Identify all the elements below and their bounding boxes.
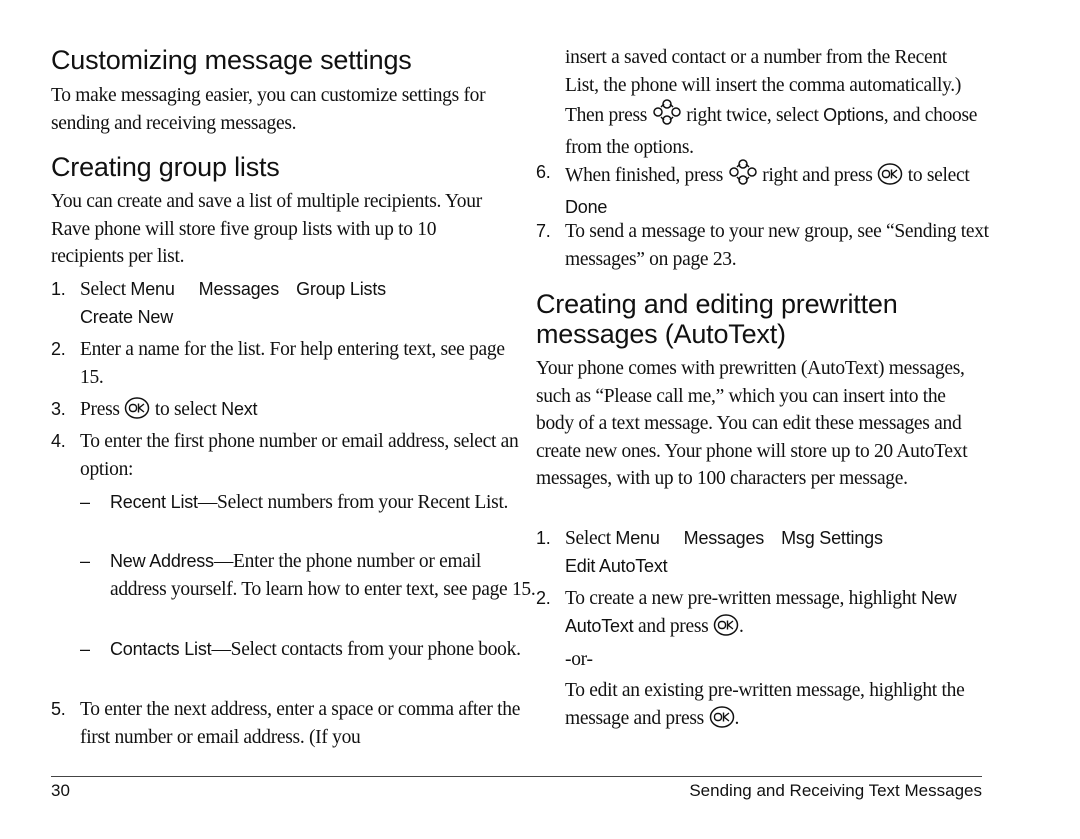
step-number: 3. bbox=[51, 399, 66, 419]
term-new-address: New Address bbox=[110, 551, 214, 571]
menu-path-group-lists: Group Lists bbox=[296, 279, 386, 299]
term-contacts-list: Contacts List bbox=[110, 639, 212, 659]
ok-key-icon bbox=[709, 705, 735, 737]
group-step-7: 7. To send a message to your new group, … bbox=[536, 218, 1010, 273]
step-text: . bbox=[739, 615, 744, 637]
group-step-5-continued: insert a saved contact or a number from … bbox=[565, 44, 985, 161]
step-text: To enter the next address, enter a space… bbox=[80, 699, 521, 748]
step-lead: Select bbox=[565, 528, 616, 549]
menu-path-menu: Menu bbox=[615, 528, 660, 548]
step-text: . bbox=[734, 707, 740, 729]
option-text: —Select numbers from your Recent List. bbox=[197, 492, 509, 513]
page-number: 30 bbox=[51, 781, 70, 800]
group-step-2: 2. Enter a name for the list. For help e… bbox=[51, 336, 525, 391]
group-step-5: 5. To enter the next address, enter a sp… bbox=[51, 696, 525, 751]
term-recent-list: Recent List bbox=[110, 492, 198, 512]
step-number: 2. bbox=[536, 588, 551, 608]
heading-creating-editing-autotext: Creating and editing prewritten messages… bbox=[536, 289, 898, 349]
step-number: 5. bbox=[51, 699, 66, 719]
step-number: 1. bbox=[51, 279, 66, 299]
step-text: to select bbox=[154, 399, 217, 420]
bullet-dash: – bbox=[80, 551, 90, 571]
navigation-key-icon bbox=[728, 159, 758, 194]
step-text: To create a new pre-written message, hig… bbox=[565, 588, 917, 609]
ok-key-icon bbox=[713, 613, 739, 645]
term-next: Next bbox=[221, 399, 258, 419]
navigation-key-icon bbox=[652, 99, 682, 134]
step-text: Press bbox=[80, 399, 120, 420]
group-step-1: 1. Select Menu Messages Group Lists Create… bbox=[51, 276, 525, 331]
step-text: Enter a name for the list. For help ente… bbox=[80, 339, 505, 388]
bullet-dash: – bbox=[80, 639, 90, 659]
step-text: right and press bbox=[762, 165, 873, 186]
step-number: 7. bbox=[536, 221, 551, 241]
option-contacts-list: – Contacts List—Select contacts from you… bbox=[51, 636, 525, 664]
group-step-3: 3. Press to select Next bbox=[51, 396, 525, 428]
option-recent-list: – Recent List—Select numbers from your R… bbox=[51, 489, 525, 517]
ok-key-icon bbox=[877, 163, 903, 194]
step-number: 2. bbox=[51, 339, 66, 359]
autotext-step-2: 2. To create a new pre-written message, … bbox=[536, 585, 1010, 644]
step-lead: Select bbox=[80, 279, 131, 300]
menu-path-create-new: Create New bbox=[80, 306, 174, 327]
autotext-intro: Your phone comes with prewritten (AutoTe… bbox=[536, 358, 968, 489]
step-number: 6. bbox=[536, 162, 551, 182]
menu-path-edit-autotext: Edit AutoText bbox=[565, 555, 668, 576]
group-step-6: 6. When finished, press right and press … bbox=[536, 159, 1010, 221]
term-options: Options bbox=[823, 105, 884, 125]
step-text: to select bbox=[907, 165, 970, 186]
ok-key-icon bbox=[124, 397, 150, 428]
heading-creating-group-lists: Creating group lists bbox=[51, 152, 280, 182]
menu-path-messages: Messages bbox=[198, 279, 280, 299]
menu-path-messages: Messages bbox=[683, 528, 765, 548]
menu-path-menu: Menu bbox=[130, 279, 175, 299]
step-text: and press bbox=[638, 615, 709, 637]
step-text: To send a message to your new group, see… bbox=[565, 221, 989, 270]
step-text: To enter the first phone number or email… bbox=[80, 431, 519, 480]
step-text: right twice, select bbox=[686, 105, 819, 126]
group-lists-intro: You can create and save a list of multip… bbox=[51, 191, 482, 267]
option-new-address: – New Address—Enter the phone number or … bbox=[51, 548, 540, 603]
menu-path-msg-settings: Msg Settings bbox=[781, 528, 883, 548]
group-step-4: 4. To enter the first phone number or em… bbox=[51, 428, 525, 483]
heading-customizing-message-settings: Customizing message settings bbox=[51, 45, 412, 75]
autotext-edit-instruction: To edit an existing pre-written message,… bbox=[565, 677, 985, 736]
step-number: 1. bbox=[536, 528, 551, 548]
or-separator: -or- bbox=[565, 649, 593, 670]
term-done: Done bbox=[565, 196, 608, 217]
customizing-intro: To make messaging easier, you can custom… bbox=[51, 85, 486, 134]
footer-divider bbox=[51, 776, 982, 777]
step-text: To edit an existing pre-written message,… bbox=[565, 680, 965, 729]
bullet-dash: – bbox=[80, 492, 90, 512]
step-text: When finished, press bbox=[565, 165, 724, 186]
chapter-title: Sending and Receiving Text Messages bbox=[689, 781, 982, 800]
step-number: 4. bbox=[51, 431, 66, 451]
autotext-step-1: 1. Select Menu Messages Msg Settings Edit … bbox=[536, 525, 1010, 580]
option-text: —Select contacts from your phone book. bbox=[211, 639, 521, 660]
